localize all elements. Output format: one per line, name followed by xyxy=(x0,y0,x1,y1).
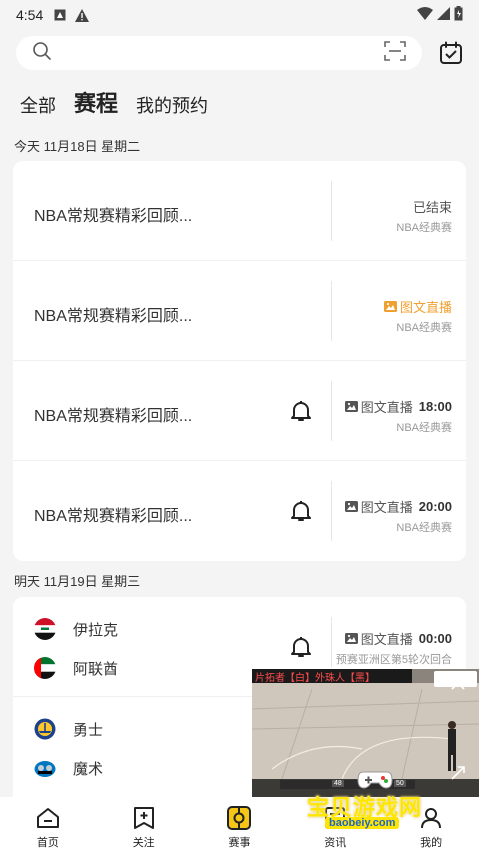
home-icon xyxy=(35,805,61,831)
league-label: 预赛亚洲区第5轮次回合 xyxy=(335,654,452,666)
nav-label: 赛事 xyxy=(228,837,251,849)
game-title: NBA常规赛精彩回顾... xyxy=(34,308,193,325)
team-name: 勇士 xyxy=(73,721,104,739)
nav-home[interactable]: 首页 xyxy=(0,797,96,853)
today-schedule-card: NBA常规赛精彩回顾... 已结束 NBA经典赛 NBA常规赛精彩回顾... 图… xyxy=(13,161,466,561)
date-label-tomorrow: 明天 11月19日 星期三 xyxy=(14,574,141,589)
search-icon xyxy=(32,41,52,66)
watermark-url: baobeiy.com xyxy=(325,817,400,829)
nav-events[interactable]: 赛事 xyxy=(192,797,288,853)
status-bar: 4:54 xyxy=(0,0,479,30)
list-item[interactable]: NBA常规赛精彩回顾... 图文直播 20:00 NBA经典赛 xyxy=(13,461,466,561)
notification-icon xyxy=(53,8,67,22)
league-label: NBA经典赛 xyxy=(396,522,452,534)
wifi-icon xyxy=(417,7,433,23)
battery-icon xyxy=(454,6,463,24)
nav-label: 首页 xyxy=(36,837,59,849)
team-row: 伊拉克 xyxy=(34,618,118,640)
team-row: 魔术 xyxy=(34,757,103,779)
video-caption: 片拓者【白】外珠人【黑】 xyxy=(255,673,375,684)
warriors-logo-icon xyxy=(34,718,56,740)
bookmark-plus-icon xyxy=(131,805,157,831)
game-status: 图文直播 xyxy=(383,297,452,316)
signal-icon xyxy=(437,7,450,23)
gamepad-icon xyxy=(357,771,393,789)
game-status: 图文直播 00:00 xyxy=(344,629,452,648)
tab-all[interactable]: 全部 xyxy=(20,92,56,118)
team-name: 阿联酋 xyxy=(73,660,119,678)
list-item[interactable]: NBA常规赛精彩回顾... 已结束 NBA经典赛 xyxy=(13,161,466,261)
bell-icon[interactable] xyxy=(289,499,313,523)
watermark: 宝贝游戏网 baobeiy.com xyxy=(303,771,453,836)
league-label: NBA经典赛 xyxy=(396,322,452,334)
tab-bar: 全部 赛程 我的预约 xyxy=(20,86,208,118)
image-icon xyxy=(383,301,397,312)
league-label: NBA经典赛 xyxy=(396,222,452,234)
nav-label: 我的 xyxy=(420,837,443,849)
tab-my-reservations[interactable]: 我的预约 xyxy=(136,92,208,118)
game-title: NBA常规赛精彩回顾... xyxy=(34,508,193,525)
nav-follow[interactable]: 关注 xyxy=(96,797,192,853)
team-row: 阿联酋 xyxy=(34,657,118,679)
team-name: 魔术 xyxy=(73,760,104,778)
image-icon xyxy=(344,501,358,512)
image-icon xyxy=(344,401,358,412)
events-icon xyxy=(226,805,252,831)
nav-label: 资讯 xyxy=(324,837,347,849)
team-name: 伊拉克 xyxy=(73,621,119,639)
image-icon xyxy=(344,633,358,644)
divider xyxy=(331,617,332,667)
team-row: 勇士 xyxy=(34,718,103,740)
warning-icon xyxy=(75,8,90,22)
divider xyxy=(331,481,332,541)
league-label: NBA经典赛 xyxy=(396,422,452,434)
search-input[interactable] xyxy=(16,36,423,70)
date-label-today: 今天 11月18日 星期二 xyxy=(14,139,141,154)
status-time: 4:54 xyxy=(16,7,44,23)
list-item[interactable]: NBA常规赛精彩回顾... 图文直播 18:00 NBA经典赛 xyxy=(13,361,466,461)
divider xyxy=(331,381,332,441)
nav-label: 关注 xyxy=(132,837,155,849)
game-status: 图文直播 20:00 xyxy=(344,497,452,516)
divider xyxy=(331,181,332,241)
iraq-flag-icon xyxy=(34,618,56,640)
tab-schedule[interactable]: 赛程 xyxy=(74,86,118,118)
divider xyxy=(331,281,332,341)
calendar-icon[interactable] xyxy=(438,40,464,66)
game-title: NBA常规赛精彩回顾... xyxy=(34,208,193,225)
game-status: 图文直播 18:00 xyxy=(344,397,452,416)
bell-icon[interactable] xyxy=(289,635,313,664)
game-title: NBA常规赛精彩回顾... xyxy=(34,408,193,425)
list-item[interactable]: NBA常规赛精彩回顾... 图文直播 NBA经典赛 xyxy=(13,261,466,361)
search-row xyxy=(16,35,464,71)
magic-logo-icon xyxy=(34,757,56,779)
bell-icon[interactable] xyxy=(289,399,313,423)
game-status: 已结束 xyxy=(412,200,452,215)
scan-icon[interactable] xyxy=(384,40,407,66)
uae-flag-icon xyxy=(34,657,56,679)
